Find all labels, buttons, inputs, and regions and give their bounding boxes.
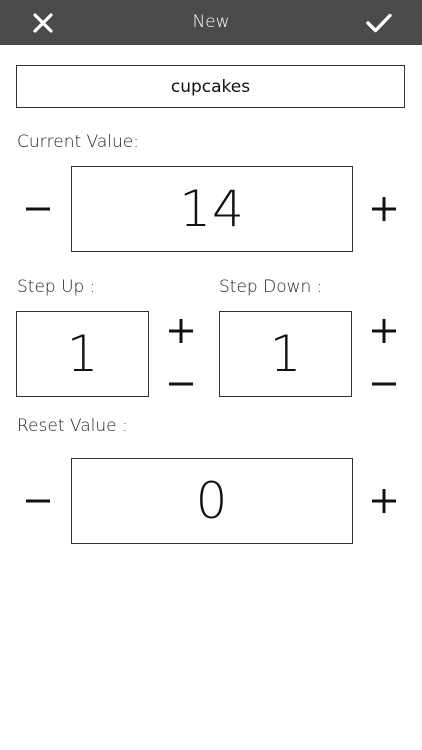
plus-icon [372,489,396,513]
minus-icon [26,207,50,211]
current-value-label: Current Value: [17,132,139,152]
confirm-button[interactable] [354,0,404,45]
plus-icon [169,319,193,343]
step-down-decrement-button[interactable] [362,362,406,406]
minus-icon [169,382,193,386]
top-bar: New [0,0,422,45]
step-up-decrement-button[interactable] [159,362,203,406]
step-up-value-display: 1 [16,311,149,397]
step-down-label: Step Down : [219,277,323,297]
plus-icon [372,319,396,343]
current-decrement-button[interactable] [16,187,60,231]
step-up-label: Step Up : [17,277,96,297]
minus-icon [372,382,396,386]
minus-icon [26,499,50,503]
reset-value-display: 0 [71,458,353,544]
current-increment-button[interactable] [362,187,406,231]
close-button[interactable] [18,0,68,45]
close-icon [33,12,53,33]
step-down-increment-button[interactable] [362,309,406,353]
reset-increment-button[interactable] [362,479,406,523]
current-value-display: 14 [71,166,353,252]
step-up-increment-button[interactable] [159,309,203,353]
reset-value-label: Reset Value : [17,416,128,436]
checkmark-icon [366,13,392,32]
reset-decrement-button[interactable] [16,479,60,523]
plus-icon [372,197,396,221]
counter-name-input[interactable] [16,65,405,108]
step-down-value-display: 1 [219,311,352,397]
